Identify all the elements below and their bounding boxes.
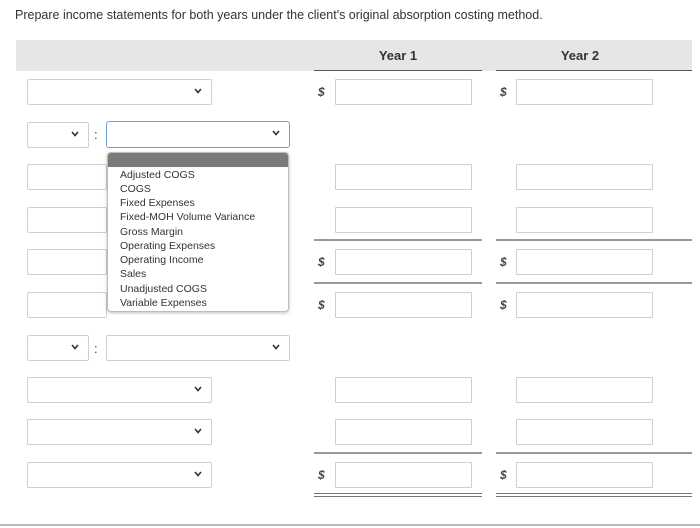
total-double-rule [314, 496, 482, 497]
dropdown-option[interactable]: Variable Expenses [120, 296, 207, 310]
row1-year1-input[interactable] [335, 79, 472, 105]
dropdown-option[interactable]: Fixed Expenses [120, 196, 195, 210]
chevron-down-icon [193, 384, 203, 394]
row5-year2-input[interactable] [516, 249, 653, 275]
subtotal-rule [496, 239, 692, 241]
row9-year1-input[interactable] [335, 419, 472, 445]
chevron-down-icon [271, 342, 281, 352]
row8-year1-input[interactable] [335, 377, 472, 403]
chevron-down-icon [193, 86, 203, 96]
chevron-down-icon [193, 469, 203, 479]
dollar-sign: $ [500, 255, 507, 269]
instruction-text: Prepare income statements for both years… [15, 8, 543, 22]
colon-separator: : [94, 341, 98, 356]
row7-label-select[interactable] [106, 335, 290, 361]
chevron-down-icon [70, 342, 80, 352]
row4-label-select[interactable] [27, 207, 107, 233]
dollar-sign: $ [318, 468, 325, 482]
dollar-sign: $ [500, 298, 507, 312]
dropdown-option[interactable]: Fixed-MOH Volume Variance [120, 210, 255, 224]
dropdown-option[interactable]: Operating Expenses [120, 239, 215, 253]
dollar-sign: $ [318, 298, 325, 312]
dropdown-option[interactable]: Operating Income [120, 253, 203, 267]
colon-separator: : [94, 127, 98, 142]
row10-label-select[interactable] [27, 462, 212, 488]
dropdown-option[interactable]: Sales [120, 267, 146, 281]
row10-year1-input[interactable] [335, 462, 472, 488]
chevron-down-icon [193, 426, 203, 436]
column-header-year2: Year 2 [560, 48, 600, 63]
subtotal-rule [496, 452, 692, 454]
chevron-down-icon [271, 128, 281, 138]
row7-sign-select[interactable] [27, 335, 89, 361]
dropdown-highlight-option[interactable] [108, 153, 288, 167]
subtotal-rule [314, 452, 482, 454]
dropdown-option[interactable]: Gross Margin [120, 225, 183, 239]
dollar-sign: $ [500, 468, 507, 482]
row1-year2-input[interactable] [516, 79, 653, 105]
row8-label-select[interactable] [27, 377, 212, 403]
row8-year2-input[interactable] [516, 377, 653, 403]
column-rule-year1 [314, 70, 482, 71]
row4-year1-input[interactable] [335, 207, 472, 233]
column-header-year1: Year 1 [378, 48, 418, 63]
row3-year2-input[interactable] [516, 164, 653, 190]
subtotal-rule [496, 282, 692, 284]
row9-year2-input[interactable] [516, 419, 653, 445]
total-double-rule [496, 496, 692, 497]
row6-label-select[interactable] [27, 292, 107, 318]
subtotal-rule [314, 282, 482, 284]
row4-year2-input[interactable] [516, 207, 653, 233]
column-rule-year2 [496, 70, 692, 71]
page-bottom-divider [0, 524, 700, 526]
dropdown-option[interactable]: Unadjusted COGS [120, 282, 207, 296]
row6-year2-input[interactable] [516, 292, 653, 318]
dropdown-option[interactable]: Adjusted COGS [120, 168, 195, 182]
row5-label-select[interactable] [27, 249, 107, 275]
row3-year1-input[interactable] [335, 164, 472, 190]
total-double-rule [314, 493, 482, 494]
total-double-rule [496, 493, 692, 494]
row10-year2-input[interactable] [516, 462, 653, 488]
chevron-down-icon [70, 129, 80, 139]
dollar-sign: $ [500, 85, 507, 99]
dropdown-option[interactable]: COGS [120, 182, 151, 196]
subtotal-rule [314, 239, 482, 241]
label-dropdown-list[interactable]: Adjusted COGS COGS Fixed Expenses Fixed-… [107, 152, 289, 312]
row3-label-select[interactable] [27, 164, 107, 190]
row1-label-select[interactable] [27, 79, 212, 105]
row9-label-select[interactable] [27, 419, 212, 445]
row5-year1-input[interactable] [335, 249, 472, 275]
row6-year1-input[interactable] [335, 292, 472, 318]
dollar-sign: $ [318, 255, 325, 269]
row2-sign-select[interactable] [27, 122, 89, 148]
row2-label-select[interactable] [106, 121, 290, 148]
dollar-sign: $ [318, 85, 325, 99]
